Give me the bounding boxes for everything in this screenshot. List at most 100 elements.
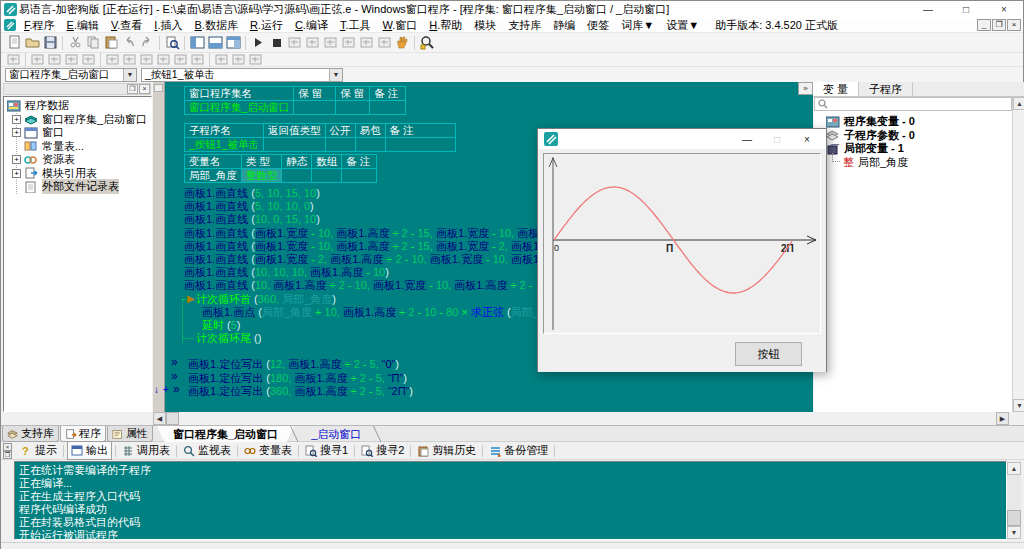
find-icon[interactable]: [163, 34, 181, 51]
open-file-icon[interactable]: [23, 34, 41, 51]
menu-13[interactable]: 便签: [587, 18, 609, 33]
running-program-window[interactable]: — □ × 0 Π 2Π 按钮: [537, 128, 827, 372]
menu-6[interactable]: C.编译: [295, 18, 328, 33]
output-tab-0[interactable]: ?提示: [17, 442, 60, 459]
maximize-button[interactable]: □: [947, 1, 985, 18]
menu-1[interactable]: E.编辑: [67, 18, 99, 33]
same-height-icon[interactable]: [189, 53, 206, 66]
output-tab-6[interactable]: 搜寻2: [358, 442, 407, 459]
output-tab-7[interactable]: 剪辑历史: [414, 442, 479, 459]
code-line-15[interactable]: ↓+»画板1.定位写出 (360, 画板1.高度 ÷ 2 - 5, “2Π”): [165, 384, 813, 397]
doc-tab-0[interactable]: 窗口程序集_启动窗口: [157, 426, 294, 443]
add-widget-icon[interactable]: [46, 53, 63, 66]
output-scrollbar[interactable]: ▲ ▼: [1007, 462, 1021, 539]
chevron-down-icon[interactable]: ▼: [329, 69, 342, 81]
copy-icon[interactable]: [84, 34, 102, 51]
var-tree-item-3[interactable]: 整局部_角度: [814, 156, 1012, 170]
tree-item-4[interactable]: +模块引用表: [4, 167, 151, 181]
editor-hscrollbar[interactable]: ◀ ▶: [153, 412, 1009, 425]
mdi-minimize-button[interactable]: _: [977, 19, 991, 31]
variable-search-input[interactable]: [814, 97, 1012, 111]
var-tree-item-0[interactable]: 程序集变量 - 0: [814, 115, 1012, 129]
tab-subroutines[interactable]: 子程序: [859, 82, 913, 96]
layout-two-icon[interactable]: [206, 34, 224, 51]
code-line-14[interactable]: »画板1.定位写出 (180, 画板1.高度 ÷ 2 - 5, “Π”): [165, 371, 813, 384]
var-tree-item-2[interactable]: 局部变量 - 1: [814, 142, 1012, 156]
paste-icon[interactable]: [102, 34, 120, 51]
widget-grid-icon[interactable]: [63, 53, 80, 66]
tree-item-1[interactable]: +窗口: [4, 126, 151, 140]
same-size-icon[interactable]: [247, 53, 264, 66]
panel-close-icon[interactable]: ×: [139, 84, 150, 94]
menu-7[interactable]: T.工具: [340, 18, 371, 33]
save-icon[interactable]: [41, 34, 59, 51]
hand-icon[interactable]: [393, 34, 411, 51]
program-minimize-button[interactable]: —: [732, 134, 762, 145]
subroutine-combo[interactable]: _按钮1_被单击▼: [141, 68, 343, 82]
break-icon[interactable]: [357, 34, 375, 51]
step-into-icon[interactable]: [285, 34, 303, 51]
panel-tab-2[interactable]: 属性: [107, 426, 153, 442]
menu-8[interactable]: W.窗口: [382, 18, 417, 33]
output-tab-4[interactable]: 变量表: [241, 442, 295, 459]
expand-icon[interactable]: +: [12, 128, 21, 137]
undo-icon[interactable]: [120, 34, 138, 51]
menu-15[interactable]: 设置▼: [666, 18, 699, 33]
close-button[interactable]: ×: [985, 1, 1023, 18]
stop-icon[interactable]: [267, 34, 285, 51]
center-vert-icon[interactable]: [230, 53, 247, 66]
output-close-icon[interactable]: ×: [3, 443, 12, 451]
menu-3[interactable]: I.插入: [154, 18, 182, 33]
menu-11[interactable]: 支持库: [508, 18, 541, 33]
menu-14[interactable]: 词库▼: [621, 18, 654, 33]
output-tab-3[interactable]: 监视表: [180, 442, 234, 459]
tab-variables[interactable]: 变 量: [813, 82, 859, 96]
var-tree-item-1[interactable]: 子程序参数 - 0: [814, 129, 1012, 143]
assembly-combo[interactable]: 窗口程序集_启动窗口▼: [5, 68, 137, 82]
menu-12[interactable]: 静编: [553, 18, 575, 33]
align-right-icon[interactable]: [121, 53, 138, 66]
doc-tab-1[interactable]: _启动窗口: [295, 426, 377, 443]
terminate-icon[interactable]: [375, 34, 393, 51]
align-top-icon[interactable]: [138, 53, 155, 66]
tree-item-2[interactable]: 常量表...: [4, 140, 151, 154]
cut-icon[interactable]: [66, 34, 84, 51]
layout-three-icon[interactable]: [224, 34, 242, 51]
center-horz-icon[interactable]: [213, 53, 230, 66]
mdi-close-button[interactable]: ×: [1007, 19, 1021, 31]
same-width-icon[interactable]: [172, 53, 189, 66]
expand-icon[interactable]: +: [12, 115, 21, 124]
output-tab-8[interactable]: 备份管理: [486, 442, 551, 459]
tree-item-3[interactable]: +资源表: [4, 153, 151, 167]
tree-item-0[interactable]: +窗口程序集_启动窗口: [4, 113, 151, 127]
panel-tab-0[interactable]: 支持库: [2, 426, 59, 442]
align-bottom-icon[interactable]: [155, 53, 172, 66]
menu-2[interactable]: V.查看: [111, 18, 142, 33]
output-tab-5[interactable]: 搜寻1: [302, 442, 351, 459]
run-icon[interactable]: [249, 34, 267, 51]
align-left-icon[interactable]: [104, 53, 121, 66]
chevron-down-icon[interactable]: ▼: [123, 69, 136, 81]
output-float-icon[interactable]: ❐: [3, 451, 12, 459]
super-find-icon[interactable]: [418, 34, 436, 51]
menu-5[interactable]: R.运行: [250, 18, 283, 33]
step-out-icon[interactable]: [321, 34, 339, 51]
output-tab-1[interactable]: 输出: [67, 441, 112, 460]
run-to-cursor-icon[interactable]: [339, 34, 357, 51]
menu-9[interactable]: H.帮助: [429, 18, 462, 33]
panel-tab-1[interactable]: 程序: [60, 426, 106, 442]
menu-10[interactable]: 模块: [474, 18, 496, 33]
program-close-button[interactable]: ×: [792, 134, 822, 145]
tree-root[interactable]: 程序数据: [4, 99, 151, 113]
minimize-button[interactable]: —: [909, 1, 947, 18]
menu-4[interactable]: B.数据库: [194, 18, 237, 33]
menu-0[interactable]: F.程序: [24, 18, 55, 33]
program-button[interactable]: 按钮: [735, 342, 802, 366]
layout-one-icon[interactable]: [188, 34, 206, 51]
widget-lock-icon[interactable]: [80, 53, 97, 66]
expand-icon[interactable]: +: [12, 169, 21, 178]
redo-icon[interactable]: [138, 34, 156, 51]
tab-order-icon[interactable]: [29, 53, 46, 66]
panel-float-icon[interactable]: ❐: [127, 84, 138, 94]
collapse-panel-button[interactable]: »: [798, 82, 813, 95]
